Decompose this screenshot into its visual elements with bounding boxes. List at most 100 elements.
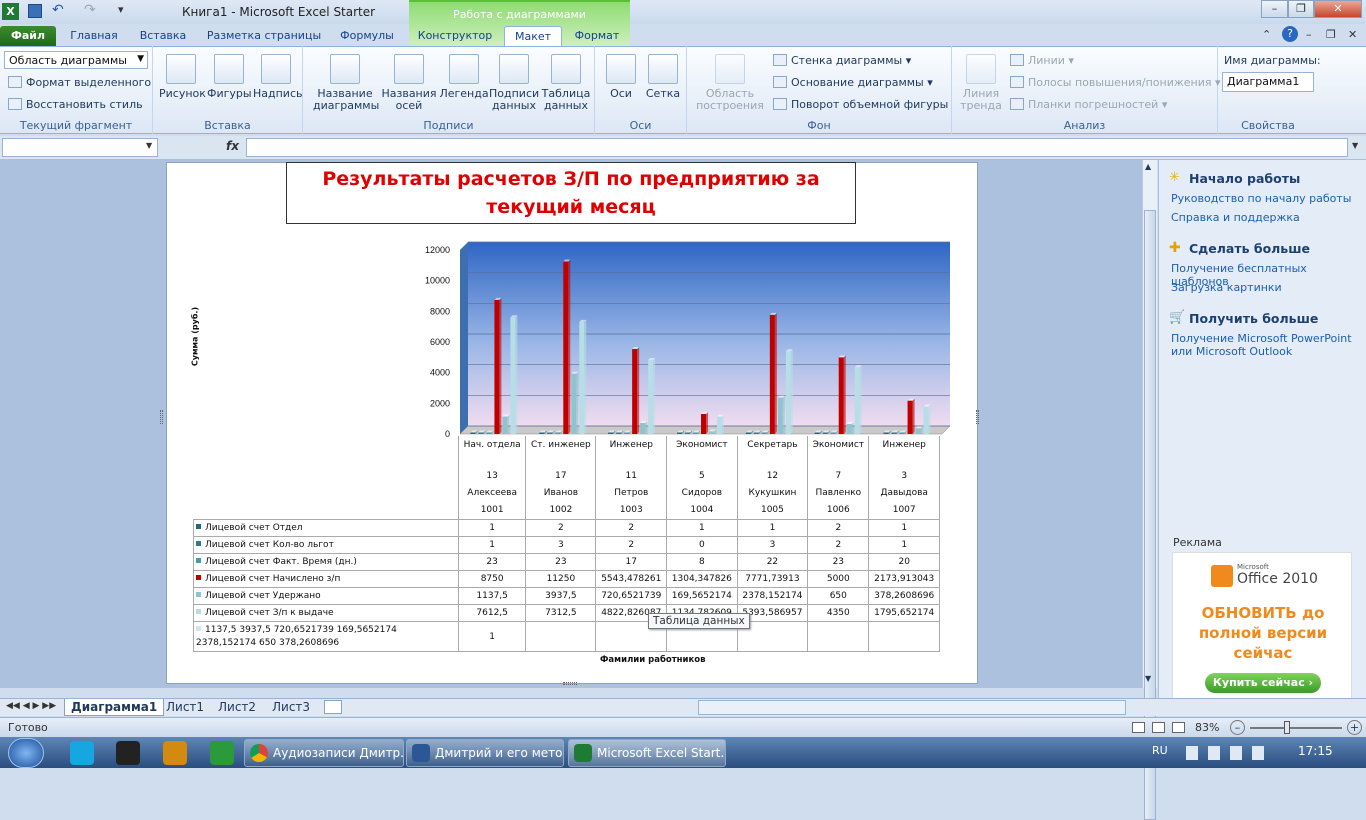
- powerpoint-outlook-link[interactable]: Получение Microsoft PowerPoint или Micro…: [1171, 332, 1361, 358]
- chart-element-selector[interactable]: Область диаграммы ▼: [4, 51, 148, 69]
- skype-icon[interactable]: [70, 741, 94, 765]
- bar[interactable]: [777, 395, 785, 434]
- gridlines-button[interactable]: Сетка: [643, 54, 683, 100]
- bar[interactable]: [846, 422, 854, 434]
- chart-title-button[interactable]: Название диаграммы: [313, 54, 379, 112]
- insert-textbox-button[interactable]: Надпись: [253, 54, 303, 100]
- page-layout-view-icon[interactable]: [1152, 722, 1165, 733]
- name-box[interactable]: [2, 138, 158, 157]
- clock[interactable]: 17:15: [1298, 744, 1333, 758]
- bar[interactable]: [632, 347, 640, 434]
- data-table-button[interactable]: Таблица данных: [539, 54, 593, 112]
- doc-close-icon[interactable]: ✕: [1348, 28, 1357, 41]
- tab-format[interactable]: Формат: [568, 26, 626, 46]
- bar[interactable]: [510, 315, 518, 434]
- chart-wall-button[interactable]: Стенка диаграммы ▾: [773, 54, 911, 67]
- tray-icons[interactable]: [1186, 746, 1270, 760]
- reset-style-button[interactable]: Восстановить стиль: [8, 98, 143, 111]
- horizontal-scrollbar[interactable]: [698, 700, 1126, 715]
- sheet-tab-list2[interactable]: Лист2: [212, 699, 262, 716]
- fx-icon[interactable]: fx: [226, 139, 239, 153]
- save-icon[interactable]: [28, 4, 42, 18]
- help-icon[interactable]: ?: [1282, 26, 1298, 42]
- chart-floor-button[interactable]: Основание диаграммы ▾: [773, 76, 933, 89]
- doc-restore-icon[interactable]: ❐: [1326, 28, 1336, 41]
- data-table[interactable]: Нач. отдела 13 Алексеева 1001 Ст. инженер 17 И…: [193, 436, 940, 652]
- clipart-link[interactable]: Загрузка картинки: [1171, 281, 1282, 294]
- chart-resize-handle-bottom[interactable]: [563, 682, 577, 685]
- error-bars-button[interactable]: Планки погрешностей ▾: [1010, 98, 1167, 111]
- zoom-slider-thumb[interactable]: [1284, 721, 1290, 734]
- undo-icon[interactable]: ↶: [52, 2, 64, 18]
- axes-button[interactable]: Оси: [601, 54, 641, 100]
- scroll-down-arrow-icon[interactable]: ▼: [1145, 674, 1151, 683]
- excel-icon[interactable]: X: [2, 3, 19, 20]
- customize-qat-icon[interactable]: ▾: [118, 3, 124, 16]
- bar[interactable]: [563, 259, 571, 435]
- lines-button[interactable]: Линии ▾: [1010, 54, 1074, 67]
- bar[interactable]: [502, 414, 510, 434]
- help-support-link[interactable]: Справка и поддержка: [1171, 211, 1300, 224]
- minimize-button[interactable]: –: [1261, 0, 1288, 18]
- bar[interactable]: [915, 426, 923, 434]
- y-axis-title[interactable]: Сумма (руб.): [191, 297, 200, 377]
- tab-file[interactable]: Файл: [0, 26, 56, 46]
- chart-resize-handle-right[interactable]: [976, 410, 979, 424]
- zoom-out-icon[interactable]: –: [1230, 720, 1245, 735]
- buy-now-button[interactable]: Купить сейчас ›: [1205, 673, 1321, 693]
- bar[interactable]: [923, 404, 931, 434]
- format-selection-button[interactable]: Формат выделенного: [8, 76, 151, 89]
- tab-formulas[interactable]: Формулы: [334, 26, 400, 46]
- bar[interactable]: [854, 365, 862, 434]
- start-button-icon[interactable]: [8, 738, 44, 768]
- tab-design[interactable]: Конструктор: [412, 26, 498, 46]
- getting-started-link[interactable]: Руководство по началу работы: [1171, 192, 1351, 205]
- bar[interactable]: [701, 412, 708, 434]
- bar[interactable]: [648, 358, 656, 434]
- bar[interactable]: [838, 355, 846, 434]
- doc-minimize-icon[interactable]: –: [1306, 28, 1312, 41]
- legend-button[interactable]: Легенда: [437, 54, 491, 100]
- tab-home[interactable]: Главная: [64, 26, 124, 46]
- tab-page-layout[interactable]: Разметка страницы: [200, 26, 328, 46]
- insert-shapes-button[interactable]: Фигуры: [207, 54, 252, 100]
- bar[interactable]: [785, 349, 793, 434]
- close-button[interactable]: ✕: [1314, 0, 1362, 18]
- sheet-tab-diagram1[interactable]: Диаграмма1: [64, 699, 165, 716]
- plot-area-button[interactable]: Область построения: [691, 54, 769, 112]
- sheet-nav-first-icon[interactable]: ◀◀ ◀ ▶ ▶▶: [6, 701, 56, 711]
- plot-area[interactable]: 020004000600080001000012000: [400, 235, 960, 450]
- torrent-icon[interactable]: [210, 741, 234, 765]
- data-labels-button[interactable]: Подписи данных: [489, 54, 539, 112]
- zoom-in-icon[interactable]: +: [1347, 720, 1362, 735]
- tab-layout[interactable]: Макет: [504, 26, 562, 46]
- insert-picture-button[interactable]: Рисунок: [159, 54, 206, 100]
- bar[interactable]: [907, 398, 915, 434]
- name-box-dropdown-icon[interactable]: ▼: [146, 141, 152, 150]
- normal-view-icon[interactable]: [1132, 722, 1145, 733]
- taskbar-item-chrome[interactable]: Аудиозаписи Дмитр...: [244, 739, 404, 767]
- 3d-rotation-button[interactable]: Поворот объемной фигуры: [773, 98, 948, 111]
- bar[interactable]: [579, 319, 587, 434]
- formula-input[interactable]: [246, 138, 1348, 157]
- maximize-button[interactable]: ❐: [1288, 0, 1314, 18]
- zoom-level[interactable]: 83%: [1195, 721, 1219, 734]
- bar[interactable]: [769, 312, 777, 434]
- chart-title[interactable]: Результаты расчетов З/П по предприятию з…: [286, 162, 856, 224]
- bar[interactable]: [717, 414, 724, 434]
- sheet-tab-list1[interactable]: Лист1: [160, 699, 210, 716]
- expand-formula-icon[interactable]: ▼: [1352, 141, 1358, 150]
- language-indicator[interactable]: RU: [1152, 744, 1168, 757]
- chart-name-input[interactable]: Диаграмма1: [1222, 72, 1314, 92]
- hp-icon[interactable]: [116, 741, 140, 765]
- trendline-button[interactable]: Линия тренда: [956, 54, 1006, 112]
- browser-icon[interactable]: [163, 741, 187, 765]
- axis-titles-button[interactable]: Названия осей: [381, 54, 437, 112]
- bar[interactable]: [640, 420, 648, 434]
- sheet-tab-list3[interactable]: Лист3: [266, 699, 316, 716]
- updown-bars-button[interactable]: Полосы повышения/понижения ▾: [1010, 76, 1221, 89]
- redo-icon[interactable]: ↷: [84, 2, 96, 18]
- scroll-up-arrow-icon[interactable]: ▲: [1145, 162, 1151, 171]
- chart-resize-handle-left[interactable]: [160, 410, 163, 424]
- new-sheet-icon[interactable]: [324, 700, 342, 714]
